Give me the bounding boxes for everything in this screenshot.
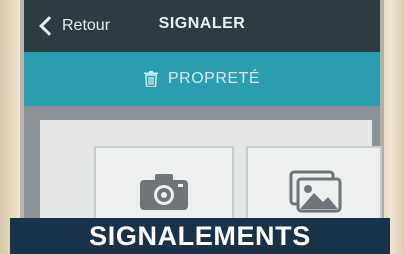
camera-icon (140, 174, 188, 210)
trash-icon (143, 71, 158, 87)
navigation-bar: Retour SIGNALER (24, 0, 380, 52)
category-header: PROPRETÉ (24, 52, 380, 106)
page-title: SIGNALER (158, 15, 246, 32)
caption-banner: SIGNALEMENTS (10, 218, 390, 254)
category-label: PROPRETÉ (167, 70, 260, 87)
banner-title: SIGNALEMENTS (89, 220, 311, 251)
photo-background-right (382, 0, 404, 254)
gallery-icon (289, 170, 342, 213)
